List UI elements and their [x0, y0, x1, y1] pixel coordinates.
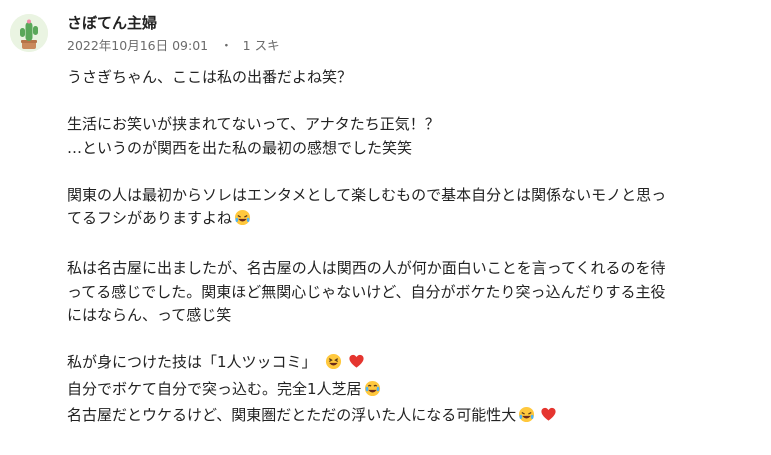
rolling-laughing-emoji-icon	[234, 209, 251, 234]
comment-line: 生活にお笑いが挟まれてないって、アナタたち正気！？	[67, 115, 440, 133]
comment-card: さぼてん主婦 2022年10月16日 09:01 ・ 1 スキ うさぎちゃん、ここは…	[0, 0, 771, 455]
comment-line: 関東の人は最初からソレはエンタメとして楽しむもので基本自分とは関係ないモノと思っ	[67, 185, 667, 204]
like-count[interactable]: 1 スキ	[243, 38, 280, 53]
comment-meta: 2022年10月16日 09:01 ・ 1 スキ	[67, 37, 280, 55]
comment-line-text: 私が身につけた技は「1人ツッコミ」	[67, 353, 317, 371]
comment-line: 私は名古屋に出ましたが、名古屋の人は関西の人が何か面白いことを言ってくれるのを待	[67, 259, 666, 277]
comment-line-text: 自分でボケて自分で突っ込む。完全1人芝居	[67, 379, 362, 398]
red-heart-icon	[348, 353, 365, 378]
comment-line-text: 名古屋だとウケるけど、関東圏だとただの浮いた人になる可能性大	[67, 406, 517, 424]
comment-line: 私が身につけた技は「1人ツッコミ」	[67, 351, 757, 378]
comment-body: うさぎちゃん、ここは私の出番だよね笑？ 生活にお笑いが挟まれてないって、アナタた…	[67, 66, 757, 431]
avatar[interactable]	[10, 14, 48, 52]
author-name[interactable]: さぼてん主婦	[67, 12, 157, 34]
grinning-squinting-emoji-icon	[325, 353, 342, 378]
red-heart-icon	[540, 406, 557, 431]
comment-line: 自分でボケて自分で突っ込む。完全1人芝居	[67, 378, 757, 405]
comment-line: にはならん、って感じ笑	[67, 306, 232, 324]
comment-date: 2022年10月16日 09:01	[67, 38, 209, 53]
comment-line: ってる感じでした。関東ほど無関心じゃないけど、自分がボケたり突っ込んだりする主役	[67, 282, 666, 301]
comment-line-text: てるフシがありますよね	[67, 209, 233, 227]
comment-line: 名古屋だとウケるけど、関東圏だとただの浮いた人になる可能性大	[67, 404, 757, 431]
cactus-avatar-icon	[10, 14, 48, 52]
tears-of-joy-emoji-icon	[364, 380, 381, 405]
comment-line: うさぎちゃん、ここは私の出番だよね笑？	[67, 68, 353, 86]
comment-line: てるフシがありますよね	[67, 207, 757, 234]
rolling-laughing-emoji-icon	[518, 406, 535, 431]
meta-separator: ・	[220, 38, 233, 53]
comment-line: …というのが関西を出た私の最初の感想でした笑笑	[67, 138, 413, 157]
